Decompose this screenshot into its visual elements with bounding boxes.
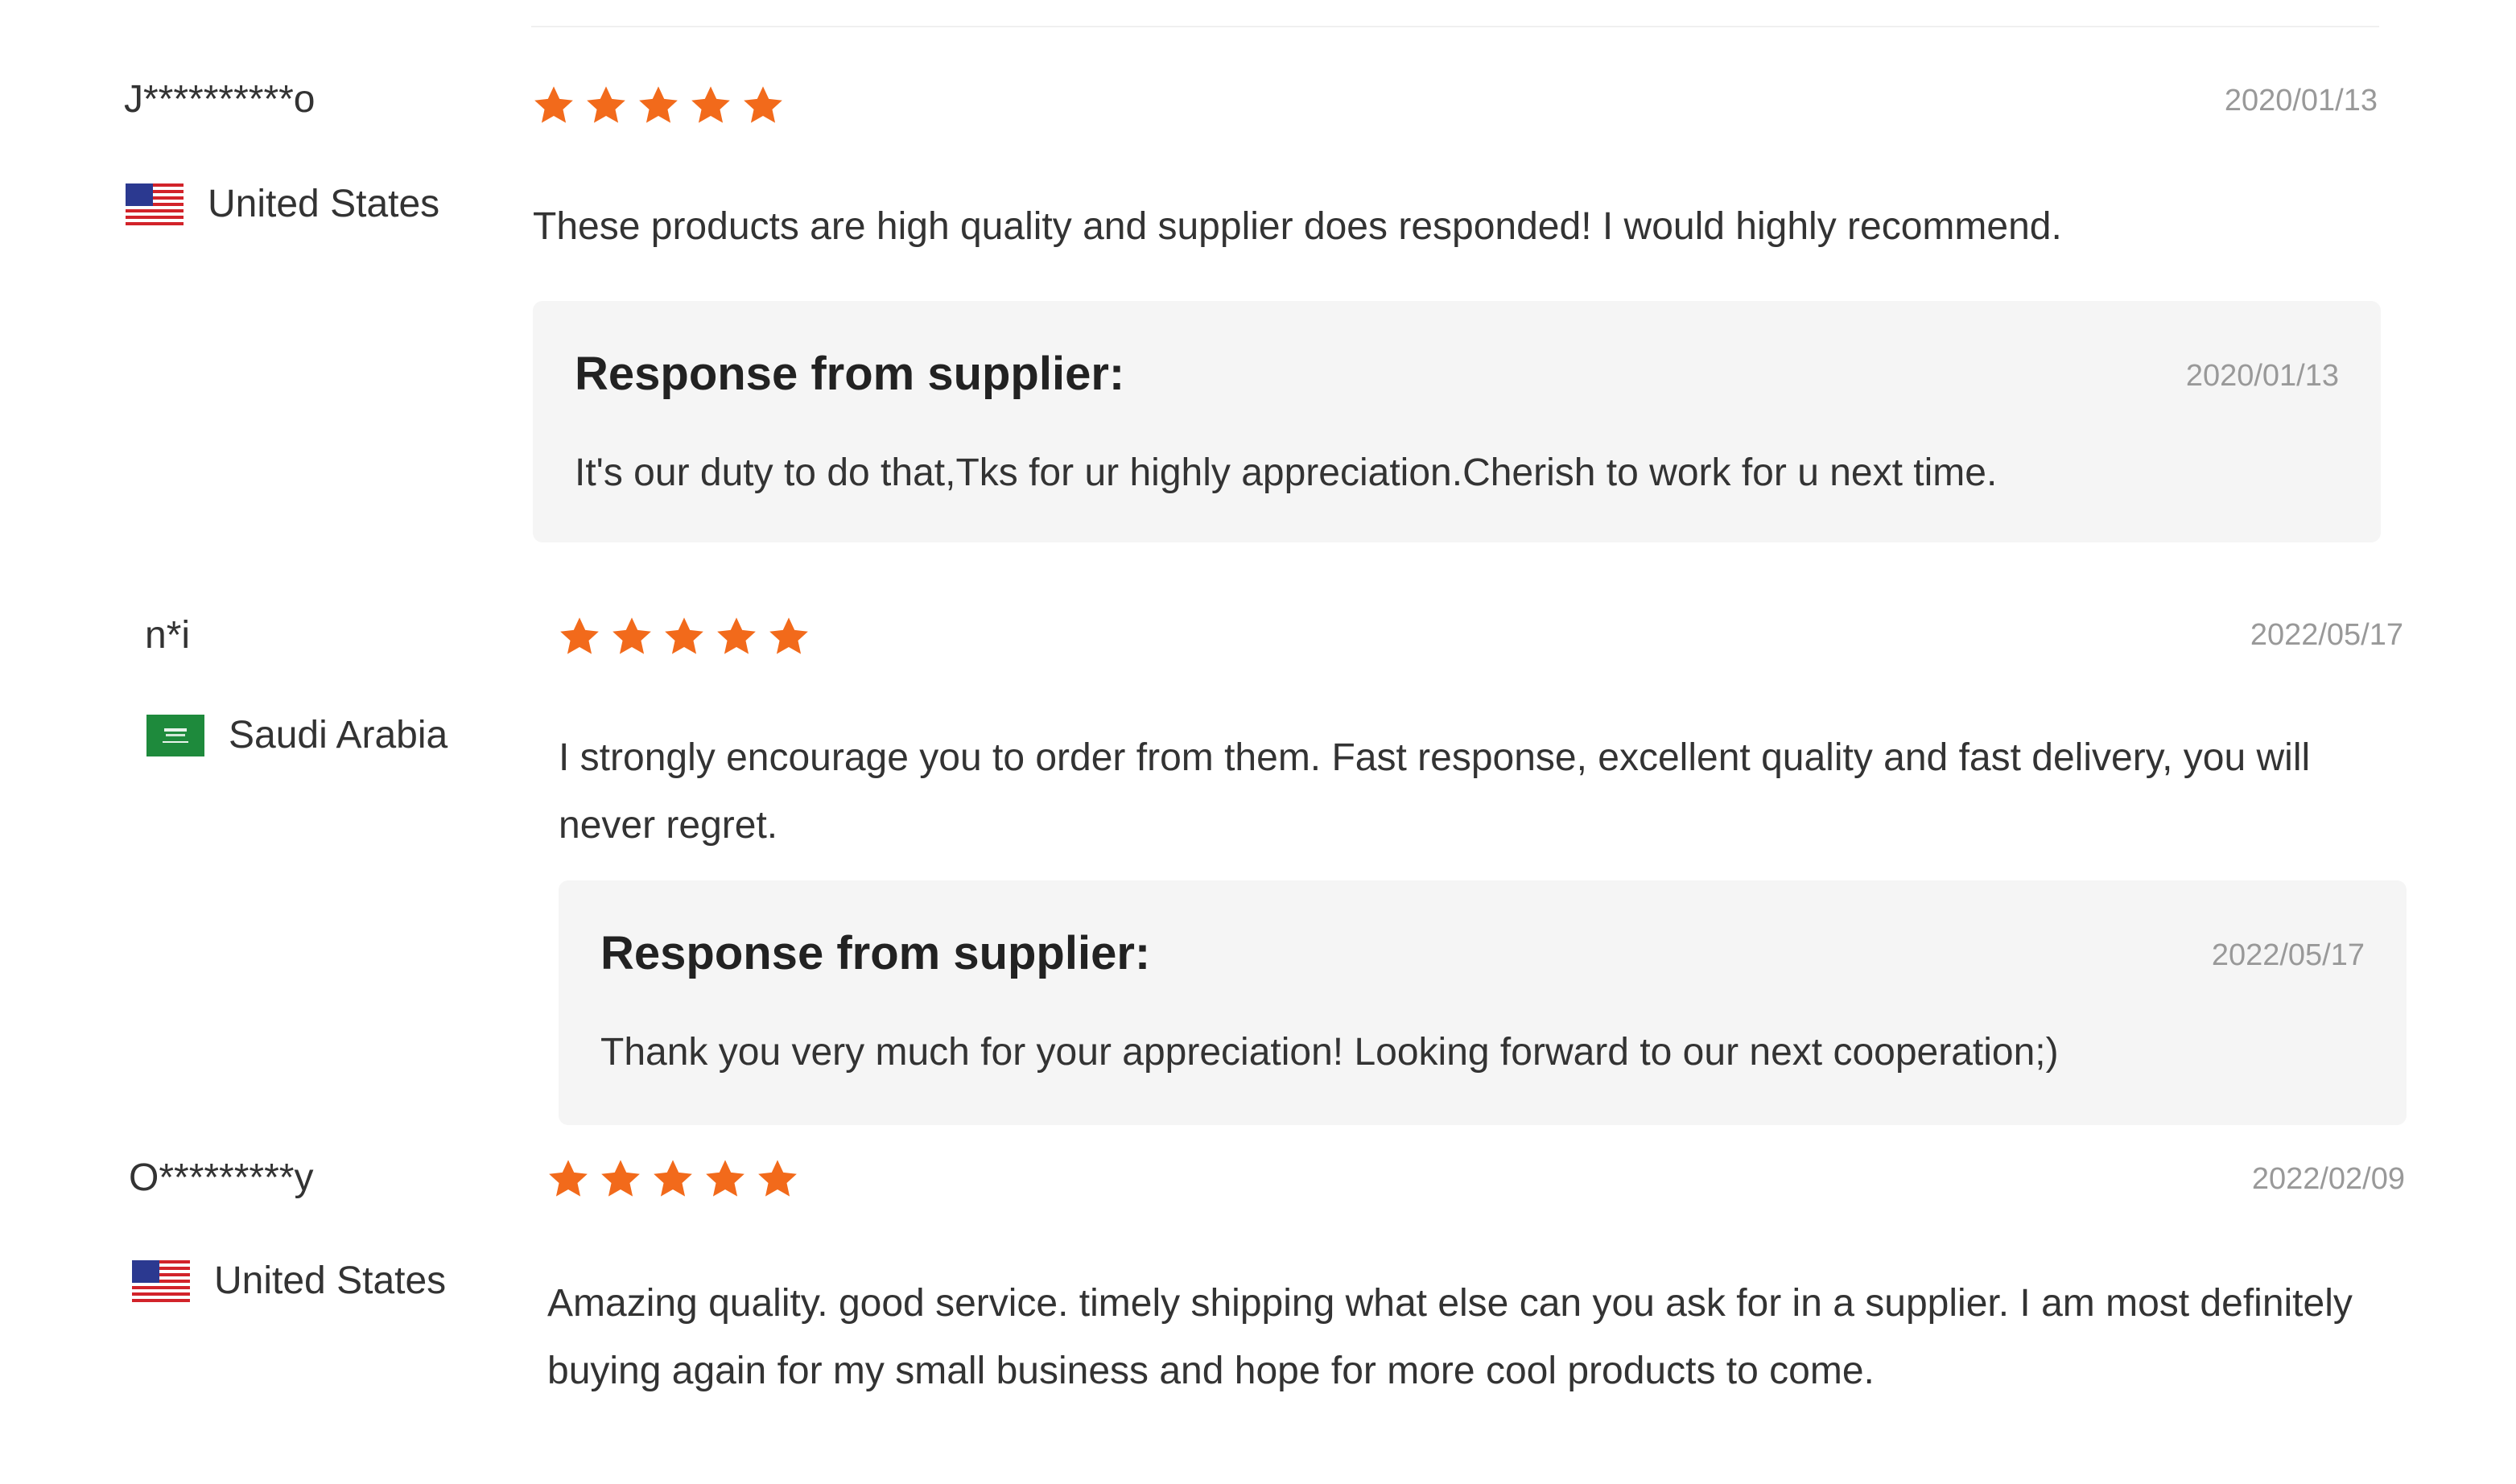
- reviewer-name: O*********y: [129, 1156, 314, 1199]
- country-name: United States: [214, 1259, 447, 1302]
- star-icon: [639, 86, 678, 123]
- reviewer-country: United States: [132, 1260, 446, 1302]
- reviewer-name: n*i: [145, 614, 191, 657]
- review-item: O*********y United States 2022/02/09 Ama…: [0, 1127, 2516, 1484]
- response-title: Response from supplier:: [600, 927, 1151, 979]
- star-rating: [546, 1157, 800, 1201]
- star-icon: [769, 617, 808, 654]
- supplier-response: Response from supplier: 2022/05/17 Thank…: [559, 880, 2407, 1125]
- star-icon: [717, 617, 756, 654]
- star-icon: [665, 617, 703, 654]
- saudi-arabia-flag-icon: [146, 715, 204, 756]
- star-icon: [654, 1160, 692, 1197]
- star-icon: [601, 1160, 640, 1197]
- star-icon: [549, 1160, 588, 1197]
- star-icon: [706, 1160, 744, 1197]
- us-flag-icon: [132, 1260, 190, 1302]
- star-rating: [557, 615, 811, 658]
- response-date: 2022/05/17: [2211, 938, 2365, 972]
- review-text: I strongly encourage you to order from t…: [559, 736, 2311, 847]
- review-text: These products are high quality and supp…: [533, 205, 2062, 248]
- response-title: Response from supplier:: [575, 348, 1125, 400]
- review-item: n*i Saudi Arabia 2022/05/17 I strongly e…: [0, 563, 2516, 1127]
- star-rating: [531, 84, 786, 127]
- reviewer-name: J**********o: [124, 78, 316, 121]
- star-icon: [613, 617, 651, 654]
- star-icon: [691, 86, 730, 123]
- reviewer-country: United States: [126, 183, 439, 225]
- country-name: Saudi Arabia: [229, 714, 448, 756]
- star-icon: [534, 86, 573, 123]
- reviewer-country: Saudi Arabia: [146, 715, 448, 756]
- review-item: J**********o United States 2020/01/13 Th…: [0, 0, 2516, 563]
- star-icon: [587, 86, 625, 123]
- response-date: 2020/01/13: [2185, 359, 2339, 393]
- review-date: 2022/05/17: [2250, 618, 2403, 652]
- star-icon: [758, 1160, 797, 1197]
- review-text: Amazing quality. good service. timely sh…: [547, 1282, 2353, 1392]
- supplier-response: Response from supplier: 2020/01/13 It's …: [533, 301, 2381, 542]
- response-text: Thank you very much for your appreciatio…: [600, 1031, 2059, 1074]
- review-date: 2020/01/13: [2224, 84, 2378, 117]
- review-date: 2022/02/09: [2251, 1162, 2405, 1196]
- us-flag-icon: [126, 183, 184, 225]
- star-icon: [560, 617, 599, 654]
- country-name: United States: [208, 183, 440, 225]
- response-text: It's our duty to do that,Tks for ur high…: [575, 451, 1998, 494]
- star-icon: [744, 86, 782, 123]
